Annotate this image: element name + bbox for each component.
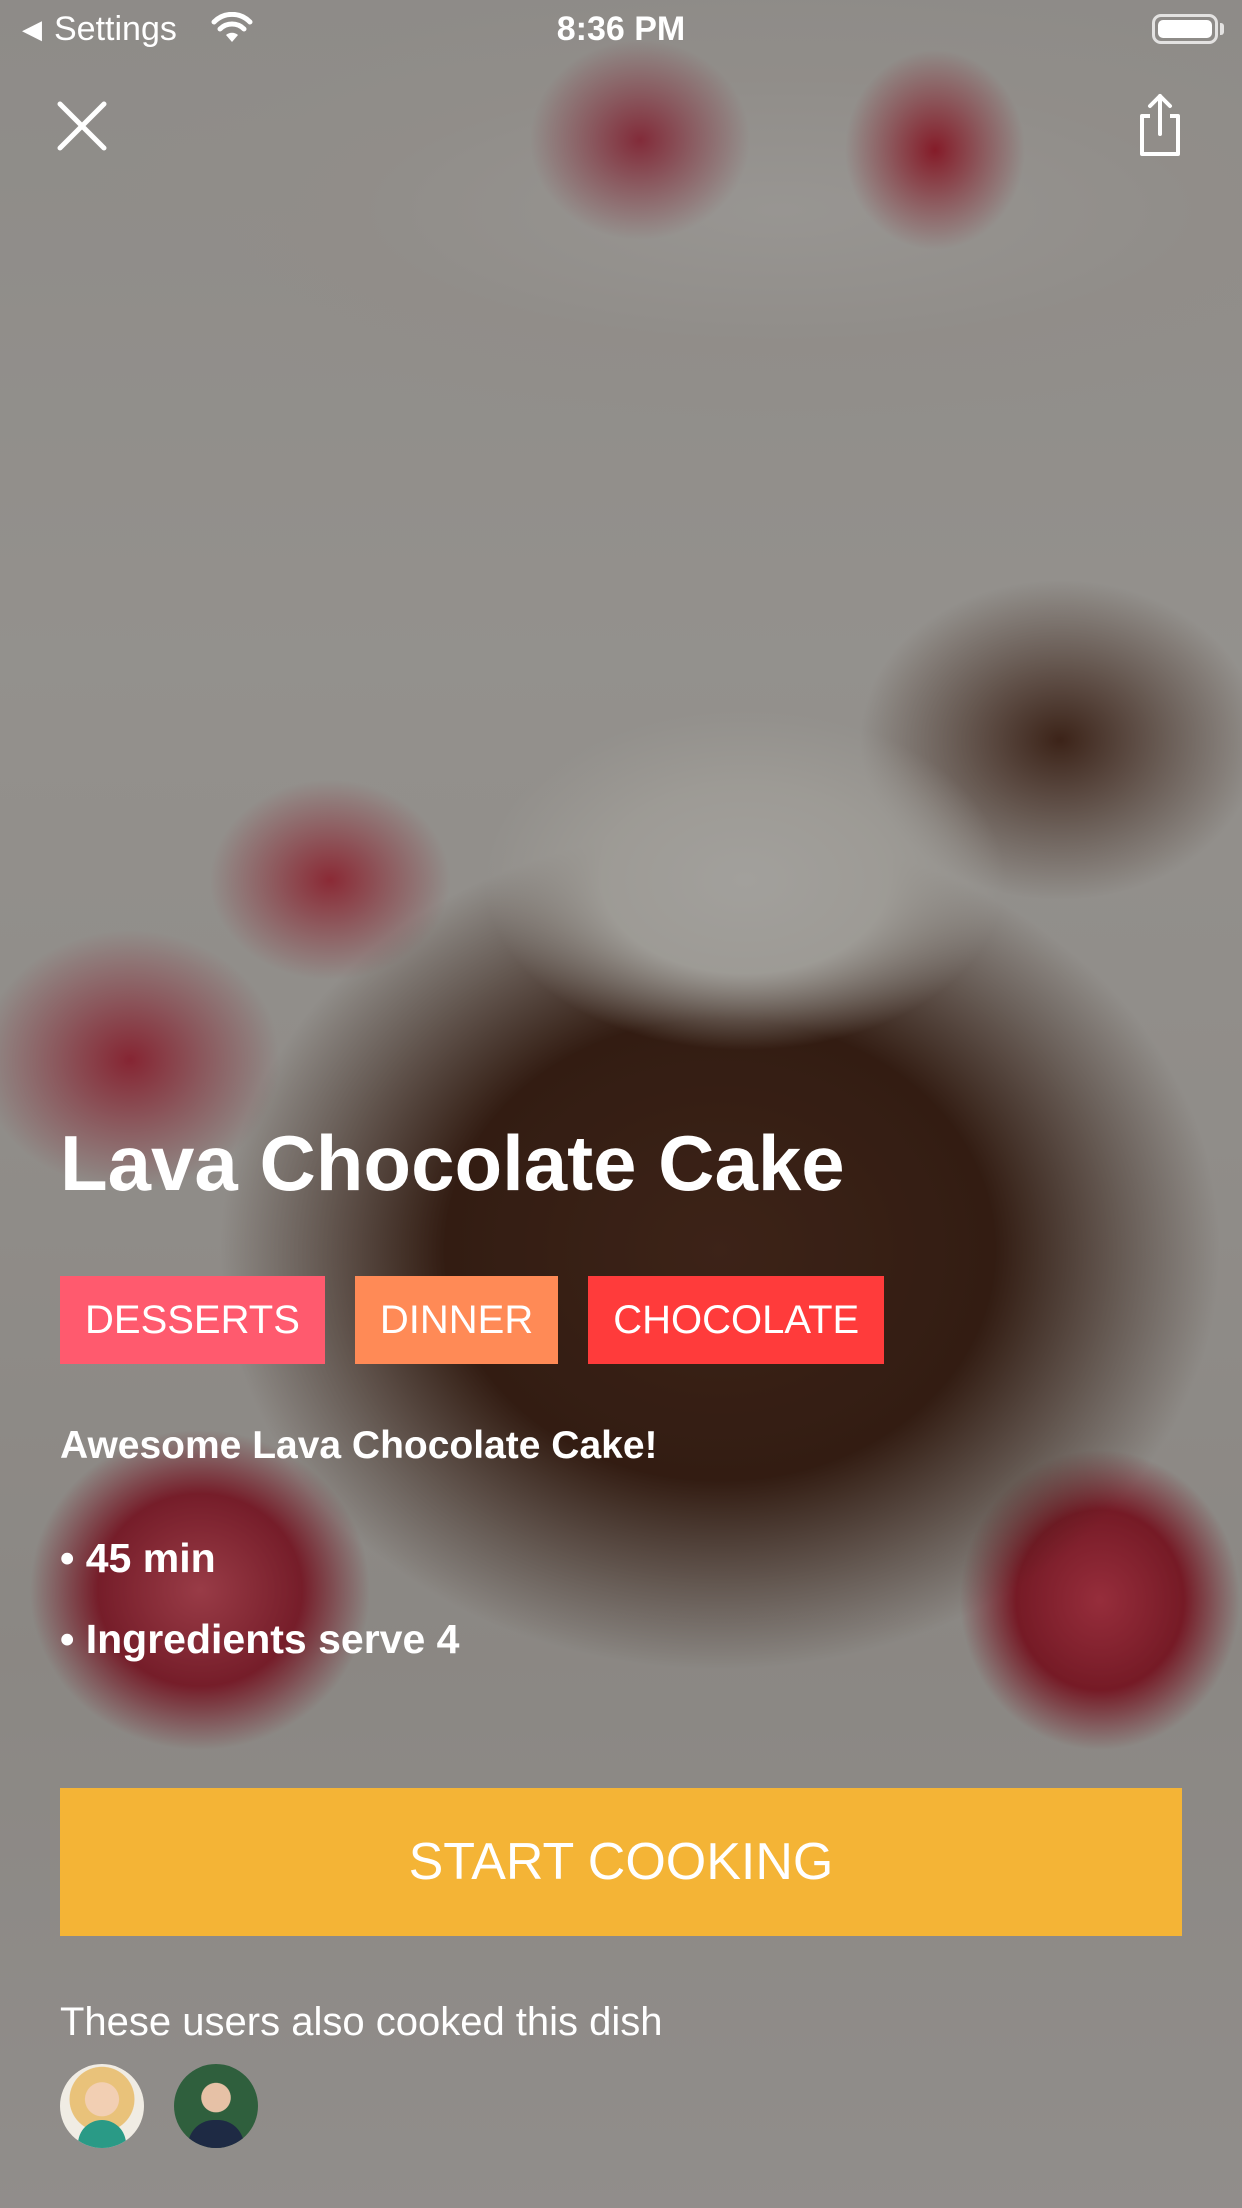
also-cooked-label: These users also cooked this dish xyxy=(60,2000,663,2044)
tag-desserts[interactable]: DESSERTS xyxy=(60,1276,325,1364)
tag-list: DESSERTS DINNER CHOCOLATE xyxy=(60,1276,885,1364)
share-icon[interactable] xyxy=(1130,90,1190,160)
recipe-servings: • Ingredients serve 4 xyxy=(60,1616,460,1662)
cooked-users-list xyxy=(60,2064,258,2148)
recipe-time: • 45 min xyxy=(60,1535,216,1581)
tag-chocolate[interactable]: CHOCOLATE xyxy=(588,1276,885,1364)
status-time: 8:36 PM xyxy=(556,10,686,48)
recipe-title: Lava Chocolate Cake xyxy=(60,1119,845,1207)
tag-dinner[interactable]: DINNER xyxy=(354,1276,559,1364)
battery-nub xyxy=(1220,23,1224,35)
status-bar: ◀ Settings 8:36 PM xyxy=(0,0,1242,62)
recipe-description: Awesome Lava Chocolate Cake! xyxy=(60,1424,658,1467)
battery-icon xyxy=(1152,14,1218,44)
avatar[interactable] xyxy=(60,2064,144,2148)
avatar[interactable] xyxy=(174,2064,258,2148)
start-cooking-button[interactable]: START COOKING xyxy=(60,1788,1182,1936)
close-icon[interactable] xyxy=(52,96,112,156)
